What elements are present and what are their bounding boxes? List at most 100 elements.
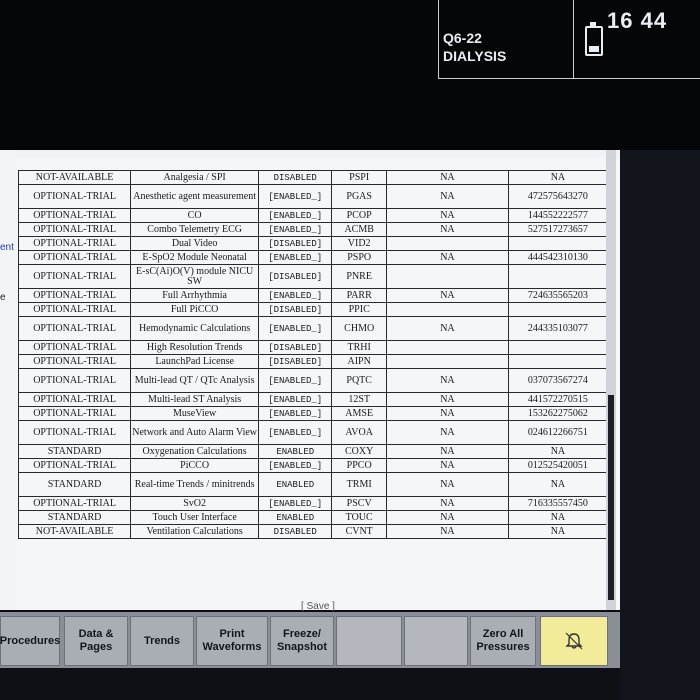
feature-name-cell: E-SpO2 Module Neonatal [130, 250, 260, 265]
na-cell: NA [386, 458, 509, 473]
state-cell: [ENABLED_] [258, 316, 333, 341]
license-table-body: NOT-AVAILABLE Analgesia / SPI DISABLED PSPI… [17, 170, 609, 539]
code-cell: 12ST [331, 392, 388, 407]
na-cell: NA [386, 288, 509, 303]
license-key-cell: NA [507, 444, 609, 459]
code-cell: VID2 [331, 236, 388, 251]
state-cell: [ENABLED_] [258, 222, 333, 237]
table-row[interactable]: NOT-AVAILABLE Analgesia / SPI DISABLED PSPI… [17, 170, 609, 185]
license-cell: OPTIONAL-TRIAL [17, 392, 132, 407]
bell-icon [565, 632, 583, 650]
feature-name-cell: Real-time Trends / minitrends [130, 472, 260, 497]
table-row[interactable]: OPTIONAL-TRIAL MuseView [ENABLED_] AMSE NA 15… [17, 406, 609, 421]
na-cell: NA [386, 392, 509, 407]
code-cell: PARR [331, 288, 388, 303]
na-cell: NA [386, 444, 509, 459]
table-row[interactable]: NOT-AVAILABLE Ventilation Calculations DIS… [17, 524, 609, 539]
license-cell: STANDARD [17, 472, 132, 497]
license-cell: OPTIONAL-TRIAL [17, 406, 132, 421]
na-cell: NA [386, 222, 509, 237]
feature-name-cell: Oxygenation Calculations [130, 444, 260, 459]
license-cell: OPTIONAL-TRIAL [17, 340, 132, 355]
table-row[interactable]: OPTIONAL-TRIAL High Resolution Trends [DIS… [17, 340, 609, 355]
license-key-cell: 024612266751 [507, 420, 609, 445]
license-key-cell: 724635565203 [507, 288, 609, 303]
table-row[interactable]: OPTIONAL-TRIAL Anesthetic agent measureme… [17, 184, 609, 209]
code-cell: AIPN [331, 354, 388, 369]
na-cell: NA [386, 406, 509, 421]
table-row[interactable]: OPTIONAL-TRIAL Hemodynamic Calculations [E… [17, 316, 609, 341]
battery-icon [585, 22, 603, 56]
alarm-silence-button[interactable] [540, 616, 608, 666]
feature-name-cell: CO [130, 208, 260, 223]
state-cell: [ENABLED_] [258, 288, 333, 303]
zero-all-pressures-button[interactable]: Zero All Pressures [470, 616, 536, 666]
table-row[interactable]: OPTIONAL-TRIAL SvO2 [ENABLED_] PSCV NA 716335… [17, 496, 609, 511]
na-cell: NA [386, 524, 509, 539]
na-cell: NA [386, 496, 509, 511]
table-row[interactable]: OPTIONAL-TRIAL PiCCO [ENABLED_] PPCO NA 01252… [17, 458, 609, 473]
table-row[interactable]: OPTIONAL-TRIAL E-sC(Ai)O(V) module NICU S… [17, 264, 609, 289]
feature-name-cell: Touch User Interface [130, 510, 260, 525]
table-row[interactable]: OPTIONAL-TRIAL E-SpO2 Module Neonatal [ENA… [17, 250, 609, 265]
na-cell: NA [386, 510, 509, 525]
feature-name-cell: Anesthetic agent measurement [130, 184, 260, 209]
save-link[interactable]: [ Save ] [16, 601, 620, 612]
code-cell: PPIC [331, 302, 388, 317]
table-row[interactable]: OPTIONAL-TRIAL Multi-lead ST Analysis [ENA… [17, 392, 609, 407]
table-row[interactable]: OPTIONAL-TRIAL LaunchPad License [DISABLED… [17, 354, 609, 369]
procedures-button[interactable]: Procedures [0, 616, 60, 666]
feature-name-cell: High Resolution Trends [130, 340, 260, 355]
state-cell: [ENABLED_] [258, 250, 333, 265]
code-cell: PCOP [331, 208, 388, 223]
feature-name-cell: E-sC(Ai)O(V) module NICU SW [130, 264, 260, 289]
sidebar-fragment: e [0, 292, 6, 303]
table-row[interactable]: OPTIONAL-TRIAL Network and Auto Alarm Vie… [17, 420, 609, 445]
na-cell: NA [386, 368, 509, 393]
code-cell: CVNT [331, 524, 388, 539]
table-row[interactable]: OPTIONAL-TRIAL Multi-lead QT / QTc Analys… [17, 368, 609, 393]
na-cell: NA [386, 170, 509, 185]
print-waveforms-button[interactable]: Print Waveforms [196, 616, 268, 666]
freeze-snapshot-button[interactable]: Freeze/ Snapshot [270, 616, 334, 666]
state-cell: [DISABLED] [258, 264, 333, 289]
table-row[interactable]: OPTIONAL-TRIAL CO [ENABLED_] PCOP NA 14455222… [17, 208, 609, 223]
sidebar-fragment[interactable]: ent [0, 242, 14, 253]
na-cell [386, 264, 509, 289]
license-key-cell [507, 302, 609, 317]
license-cell: OPTIONAL-TRIAL [17, 458, 132, 473]
trends-button[interactable]: Trends [130, 616, 194, 666]
na-cell: NA [386, 250, 509, 265]
license-cell: OPTIONAL-TRIAL [17, 354, 132, 369]
license-key-cell: 012525420051 [507, 458, 609, 473]
state-cell: [DISABLED] [258, 236, 333, 251]
feature-name-cell: Multi-lead ST Analysis [130, 392, 260, 407]
na-cell: NA [386, 184, 509, 209]
license-screen: NOT-AVAILABLE Analgesia / SPI DISABLED PSPI… [16, 150, 620, 612]
code-cell: AMSE [331, 406, 388, 421]
state-cell: [ENABLED_] [258, 458, 333, 473]
state-cell: [ENABLED_] [258, 208, 333, 223]
state-cell: [DISABLED] [258, 302, 333, 317]
license-cell: NOT-AVAILABLE [17, 170, 132, 185]
table-row[interactable]: OPTIONAL-TRIAL Full PiCCO [DISABLED] PPIC [17, 302, 609, 317]
feature-name-cell: Multi-lead QT / QTc Analysis [130, 368, 260, 393]
status-panel: Q6-22 DIALYSIS 16 44 [438, 0, 700, 79]
state-cell: ENABLED [258, 444, 333, 459]
data-pages-button[interactable]: Data & Pages [64, 616, 128, 666]
vertical-scrollbar[interactable] [606, 150, 616, 610]
license-key-cell [507, 354, 609, 369]
table-row[interactable]: STANDARD Real-time Trends / minitrends ENA… [17, 472, 609, 497]
table-row[interactable]: OPTIONAL-TRIAL Dual Video [DISABLED] VID2 [17, 236, 609, 251]
state-cell: [DISABLED] [258, 354, 333, 369]
table-row[interactable]: OPTIONAL-TRIAL Combo Telemetry ECG [ENABLE… [17, 222, 609, 237]
table-row[interactable]: OPTIONAL-TRIAL Full Arrhythmia [ENABLED_] P… [17, 288, 609, 303]
table-row[interactable]: STANDARD Touch User Interface ENABLED TOUC N… [17, 510, 609, 525]
license-key-cell: NA [507, 524, 609, 539]
feature-name-cell: PiCCO [130, 458, 260, 473]
table-row[interactable]: STANDARD Oxygenation Calculations ENABLED C… [17, 444, 609, 459]
code-cell: ACMB [331, 222, 388, 237]
license-key-cell: 153262275062 [507, 406, 609, 421]
code-cell: TOUC [331, 510, 388, 525]
scroll-thumb[interactable] [608, 395, 614, 600]
